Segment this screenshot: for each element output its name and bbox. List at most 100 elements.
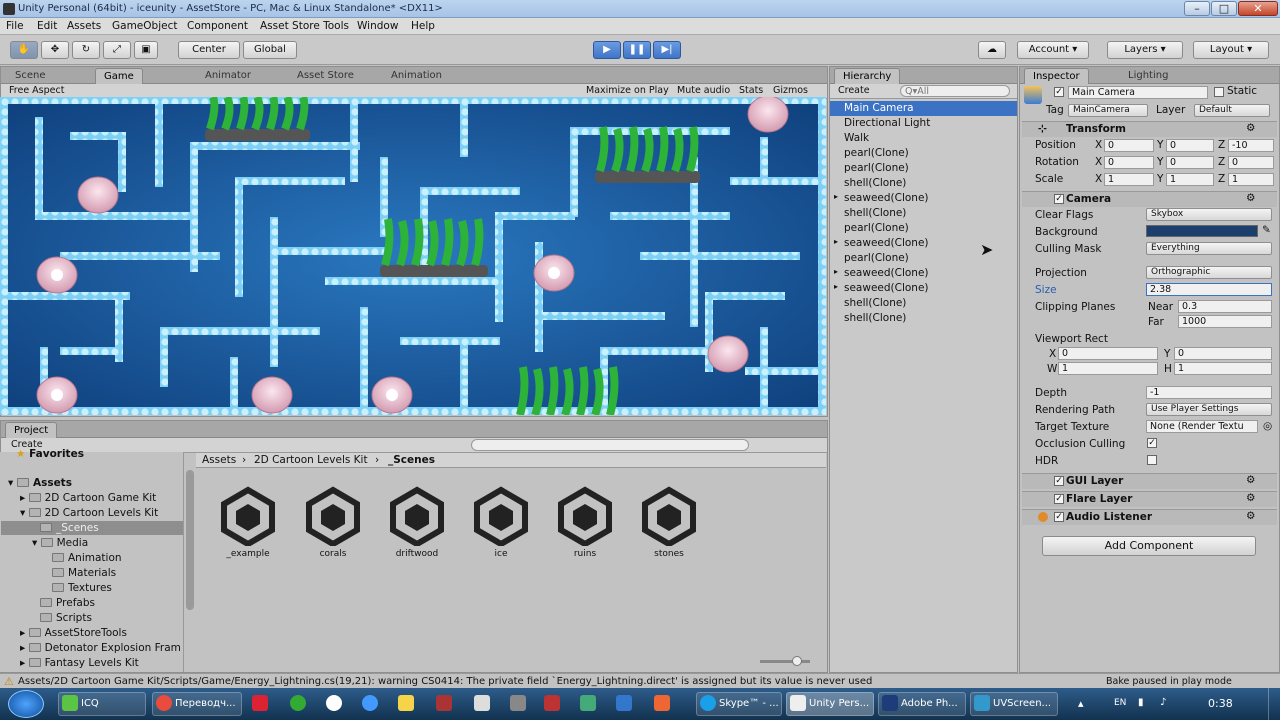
- clock[interactable]: 0:38: [1208, 697, 1233, 710]
- rotation-z-field[interactable]: 0: [1228, 156, 1274, 169]
- target-texture-field[interactable]: None (Render Textu: [1146, 420, 1258, 433]
- tree-item-assets[interactable]: ▾ Assets: [8, 477, 72, 489]
- component-settings-icon[interactable]: ⚙: [1246, 122, 1255, 134]
- position-z-field[interactable]: -10: [1228, 139, 1274, 152]
- expand-arrow-icon[interactable]: ▸: [834, 267, 838, 276]
- far-field[interactable]: 1000: [1178, 315, 1272, 328]
- cloud-icon[interactable]: ☁: [978, 41, 1006, 59]
- app-icon[interactable]: [580, 695, 596, 711]
- hierarchy-item[interactable]: pearl(Clone): [844, 162, 909, 174]
- menu-window[interactable]: Window: [357, 20, 398, 32]
- hierarchy-item-main-camera[interactable]: Main Camera: [844, 102, 914, 114]
- tree-item[interactable]: ▸ Fantasy Levels Kit: [20, 657, 139, 669]
- zoom-slider-handle[interactable]: [792, 656, 802, 666]
- size-field[interactable]: 2.38: [1146, 283, 1272, 296]
- zoom-slider[interactable]: [760, 660, 810, 663]
- app-icon[interactable]: [654, 695, 670, 711]
- background-color-swatch[interactable]: [1146, 225, 1258, 237]
- hierarchy-item[interactable]: shell(Clone): [844, 297, 906, 309]
- tree-item[interactable]: Textures: [52, 582, 112, 594]
- step-button[interactable]: ▶|: [653, 41, 681, 59]
- expand-arrow-icon[interactable]: ▸: [834, 237, 838, 246]
- app-icon[interactable]: [252, 695, 268, 711]
- show-hidden-icons-icon[interactable]: ▴: [1078, 697, 1084, 710]
- scene-asset[interactable]: driftwood: [377, 486, 457, 559]
- hierarchy-item[interactable]: pearl(Clone): [844, 222, 909, 234]
- depth-field[interactable]: -1: [1146, 386, 1272, 399]
- tree-item[interactable]: Materials: [52, 567, 116, 579]
- hierarchy-item[interactable]: shell(Clone): [844, 177, 906, 189]
- viewport-w-field[interactable]: 1: [1058, 362, 1158, 375]
- audio-listener-checkbox[interactable]: ✓: [1054, 512, 1064, 522]
- camera-enabled-checkbox[interactable]: ✓: [1054, 194, 1064, 204]
- hierarchy-search-input[interactable]: Q▾All: [900, 85, 1010, 97]
- tree-item[interactable]: Scripts: [40, 612, 92, 624]
- app-icon[interactable]: [398, 695, 414, 711]
- app-icon[interactable]: [326, 695, 342, 711]
- tab-project[interactable]: Project: [5, 422, 58, 438]
- tree-item[interactable]: ▸ Detonator Explosion Fram: [20, 642, 181, 654]
- hierarchy-item[interactable]: shell(Clone): [844, 312, 906, 324]
- tab-asset-store[interactable]: Asset Store: [289, 68, 362, 84]
- menu-gameobject[interactable]: GameObject: [112, 20, 177, 32]
- pivot-global-toggle[interactable]: Global: [243, 41, 297, 59]
- eyedropper-icon[interactable]: ✎: [1262, 224, 1271, 236]
- static-checkbox[interactable]: [1214, 87, 1224, 97]
- mute-audio-toggle[interactable]: Mute audio: [677, 85, 730, 96]
- scale-tool-icon[interactable]: ⤢: [103, 41, 131, 59]
- occlusion-culling-checkbox[interactable]: ✓: [1147, 438, 1157, 448]
- layout-dropdown[interactable]: Layout ▾: [1193, 41, 1269, 59]
- menu-component[interactable]: Component: [187, 20, 248, 32]
- expand-arrow-icon[interactable]: ▸: [834, 192, 838, 201]
- rotation-y-field[interactable]: 0: [1166, 156, 1214, 169]
- breadcrumb-assets[interactable]: Assets: [202, 454, 236, 466]
- viewport-x-field[interactable]: 0: [1058, 347, 1158, 360]
- move-tool-icon[interactable]: ✥: [41, 41, 69, 59]
- rotation-x-field[interactable]: 0: [1104, 156, 1154, 169]
- position-x-field[interactable]: 0: [1104, 139, 1154, 152]
- tag-dropdown[interactable]: MainCamera: [1068, 104, 1148, 117]
- menu-file[interactable]: File: [6, 20, 24, 32]
- menu-edit[interactable]: Edit: [37, 20, 57, 32]
- app-icon[interactable]: [436, 695, 452, 711]
- scale-z-field[interactable]: 1: [1228, 173, 1274, 186]
- tree-item[interactable]: Animation: [52, 552, 122, 564]
- clear-flags-dropdown[interactable]: Skybox: [1146, 208, 1272, 221]
- viewport-y-field[interactable]: 0: [1174, 347, 1272, 360]
- tab-animation[interactable]: Animation: [383, 68, 450, 84]
- scene-asset[interactable]: ruins: [545, 486, 625, 559]
- tree-item[interactable]: Prefabs: [40, 597, 95, 609]
- scene-asset[interactable]: corals: [293, 486, 373, 559]
- console-message[interactable]: Assets/2D Cartoon Game Kit/Scripts/Game/…: [18, 676, 938, 687]
- add-component-button[interactable]: Add Component: [1042, 536, 1256, 556]
- scene-asset[interactable]: ice: [461, 486, 541, 559]
- hierarchy-item[interactable]: seaweed(Clone): [844, 237, 929, 249]
- hand-tool-icon[interactable]: ✋: [10, 41, 38, 59]
- scene-asset[interactable]: stones: [629, 486, 709, 559]
- flare-layer-checkbox[interactable]: ✓: [1054, 494, 1064, 504]
- start-button[interactable]: [8, 690, 44, 718]
- transform-header[interactable]: [1022, 121, 1277, 137]
- app-icon[interactable]: [290, 695, 306, 711]
- tab-inspector[interactable]: Inspector: [1024, 68, 1089, 84]
- viewport-h-field[interactable]: 1: [1174, 362, 1272, 375]
- hierarchy-item[interactable]: seaweed(Clone): [844, 282, 929, 294]
- play-button[interactable]: ▶: [593, 41, 621, 59]
- hierarchy-item[interactable]: Directional Light: [844, 117, 930, 129]
- favorites-label[interactable]: ★ Favorites: [16, 448, 84, 460]
- app-icon[interactable]: [510, 695, 526, 711]
- breadcrumb-scenes[interactable]: _Scenes: [388, 454, 435, 466]
- culling-mask-dropdown[interactable]: Everything: [1146, 242, 1272, 255]
- scale-y-field[interactable]: 1: [1166, 173, 1214, 186]
- tab-game[interactable]: Game: [95, 68, 143, 84]
- hierarchy-item[interactable]: seaweed(Clone): [844, 192, 929, 204]
- tree-item[interactable]: ▸ 2D Cartoon Game Kit: [20, 492, 156, 504]
- tab-lighting[interactable]: Lighting: [1120, 68, 1176, 84]
- component-settings-icon[interactable]: ⚙: [1246, 492, 1255, 504]
- rotate-tool-icon[interactable]: ↻: [72, 41, 100, 59]
- stats-toggle[interactable]: Stats: [739, 85, 763, 96]
- maximize-on-play-toggle[interactable]: Maximize on Play: [586, 85, 669, 96]
- app-icon[interactable]: [474, 695, 490, 711]
- maximize-button[interactable]: □: [1211, 1, 1237, 16]
- object-name-field[interactable]: Main Camera: [1068, 86, 1208, 99]
